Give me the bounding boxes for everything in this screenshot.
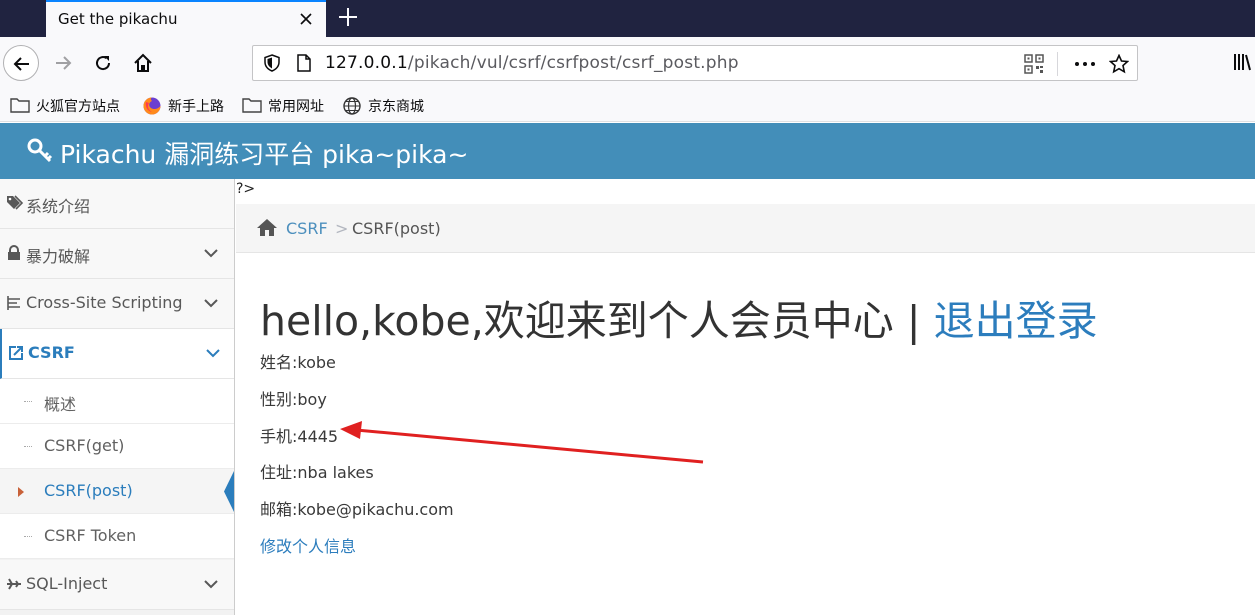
library-icon[interactable] bbox=[1233, 52, 1255, 72]
stray-php-text: ?> bbox=[236, 181, 256, 197]
chevron-down-icon bbox=[204, 580, 218, 589]
bookmark-item[interactable]: 京东商城 bbox=[342, 95, 432, 117]
sidebar-item-label: 系统介绍 bbox=[26, 197, 91, 216]
page-info-icon[interactable] bbox=[295, 54, 313, 72]
url-path: /pikach/vul/csrf/csrfpost/csrf_post.php bbox=[407, 53, 739, 73]
sidebar-item-csrf[interactable]: CSRF bbox=[0, 329, 234, 379]
star-bookmark-icon[interactable] bbox=[1109, 54, 1129, 74]
chevron-down-icon bbox=[204, 299, 218, 308]
caret-right-icon bbox=[18, 487, 24, 497]
tab-bar: Get the pikachu bbox=[0, 0, 1255, 37]
site-title[interactable]: Pikachu 漏洞练习平台 pika~pika~ bbox=[60, 135, 468, 171]
chevron-down-icon bbox=[206, 349, 220, 358]
home-button[interactable] bbox=[125, 45, 161, 81]
key-icon bbox=[27, 138, 53, 163]
sidebar-item-label: Cross-Site Scripting bbox=[26, 293, 183, 312]
info-phone: 手机:4445 bbox=[260, 427, 339, 446]
bookmark-label: 京东商城 bbox=[368, 99, 424, 115]
sidebar-item-label: 暴力破解 bbox=[26, 247, 91, 266]
bookmark-label: 火狐官方站点 bbox=[36, 99, 120, 115]
bookmark-item[interactable]: 常用网址 bbox=[242, 95, 332, 117]
welcome-text: hello,kobe,欢迎来到个人会员中心 | bbox=[260, 297, 934, 345]
sidebar-item-brute-force[interactable]: 暴力破解 bbox=[0, 229, 234, 279]
new-tab-icon[interactable] bbox=[336, 5, 360, 29]
chevron-down-icon bbox=[204, 249, 218, 258]
reload-button[interactable] bbox=[85, 45, 121, 81]
logout-link[interactable]: 退出登录 bbox=[934, 297, 1098, 345]
breadcrumb: CSRF > CSRF(post) bbox=[236, 204, 1255, 253]
info-address: 住址:nba lakes bbox=[260, 463, 374, 482]
sidebar: 系统介绍 暴力破解 Cross-Site Scripting CSRF 概述 C… bbox=[0, 179, 235, 615]
folder-icon bbox=[242, 98, 262, 113]
tab-title: Get the pikachu bbox=[58, 10, 178, 28]
qr-code-icon[interactable] bbox=[1024, 54, 1044, 74]
submenu-item-csrf-post[interactable]: CSRF(post) bbox=[0, 469, 234, 514]
folder-icon bbox=[10, 98, 30, 113]
sidebar-item-xss[interactable]: Cross-Site Scripting bbox=[0, 279, 234, 329]
breadcrumb-separator: > bbox=[335, 219, 349, 238]
submenu-label: 概述 bbox=[44, 395, 77, 414]
forward-button[interactable] bbox=[45, 45, 81, 81]
bookmark-item[interactable]: 新手上路 bbox=[142, 95, 232, 117]
sidebar-item-label: SQL-Inject bbox=[26, 574, 108, 593]
sidebar-item-sql-inject[interactable]: SQL-Inject bbox=[0, 560, 234, 610]
bookmark-label: 常用网址 bbox=[268, 99, 324, 115]
globe-icon bbox=[343, 97, 361, 115]
more-actions-icon[interactable] bbox=[1073, 54, 1097, 74]
url-divider bbox=[1057, 52, 1058, 76]
arrow-left-icon bbox=[13, 57, 29, 71]
list-icon bbox=[7, 296, 20, 310]
sidebar-item-label: CSRF bbox=[28, 343, 75, 362]
home-icon[interactable] bbox=[256, 218, 278, 237]
submenu-item-csrf-get[interactable]: CSRF(get) bbox=[0, 424, 234, 469]
submenu-label: CSRF(get) bbox=[44, 436, 125, 455]
url-text[interactable]: 127.0.0.1/pikach/vul/csrf/csrfpost/csrf_… bbox=[325, 53, 739, 73]
submenu-item-overview[interactable]: 概述 bbox=[0, 379, 234, 424]
home-icon bbox=[134, 53, 152, 72]
firefox-icon bbox=[143, 97, 161, 115]
shield-icon[interactable] bbox=[263, 54, 281, 72]
submenu-item-csrf-token[interactable]: CSRF Token bbox=[0, 514, 234, 559]
tree-dash bbox=[24, 446, 32, 447]
close-tab-icon[interactable] bbox=[296, 9, 316, 29]
plane-icon bbox=[7, 578, 21, 590]
reload-icon bbox=[96, 56, 111, 71]
tags-icon bbox=[7, 195, 24, 210]
tree-dash bbox=[24, 536, 32, 537]
breadcrumb-current: CSRF(post) bbox=[352, 219, 441, 238]
bookmark-label: 新手上路 bbox=[168, 99, 224, 115]
address-bar[interactable]: 127.0.0.1/pikach/vul/csrf/csrfpost/csrf_… bbox=[252, 45, 1138, 81]
edit-profile-link[interactable]: 修改个人信息 bbox=[260, 533, 356, 557]
active-pointer-icon bbox=[224, 471, 234, 512]
page-title: hello,kobe,欢迎来到个人会员中心 | 退出登录 bbox=[260, 287, 1098, 347]
bookmark-item[interactable]: 火狐官方站点 bbox=[10, 95, 130, 117]
site-header: Pikachu 漏洞练习平台 pika~pika~ bbox=[0, 123, 1255, 179]
back-button[interactable] bbox=[3, 45, 39, 81]
arrow-right-icon bbox=[56, 56, 72, 70]
tree-dash bbox=[24, 401, 32, 402]
url-host: 127.0.0.1 bbox=[325, 53, 408, 73]
nav-toolbar: 127.0.0.1/pikach/vul/csrf/csrfpost/csrf_… bbox=[0, 37, 1255, 89]
submenu-label: CSRF Token bbox=[44, 526, 137, 545]
submenu-label: CSRF(post) bbox=[44, 481, 133, 500]
sidebar-item-intro[interactable]: 系统介绍 bbox=[0, 179, 234, 229]
lock-icon bbox=[8, 245, 20, 260]
info-name: 姓名:kobe bbox=[260, 353, 336, 372]
browser-tab[interactable]: Get the pikachu bbox=[46, 0, 326, 37]
info-email: 邮箱:kobe@pikachu.com bbox=[260, 500, 454, 519]
breadcrumb-link-csrf[interactable]: CSRF bbox=[286, 219, 328, 238]
bookmarks-toolbar: 火狐官方站点 新手上路 常用网址 京东商城 bbox=[0, 89, 1255, 122]
share-square-icon bbox=[9, 346, 23, 360]
info-sex: 性别:boy bbox=[260, 390, 327, 409]
